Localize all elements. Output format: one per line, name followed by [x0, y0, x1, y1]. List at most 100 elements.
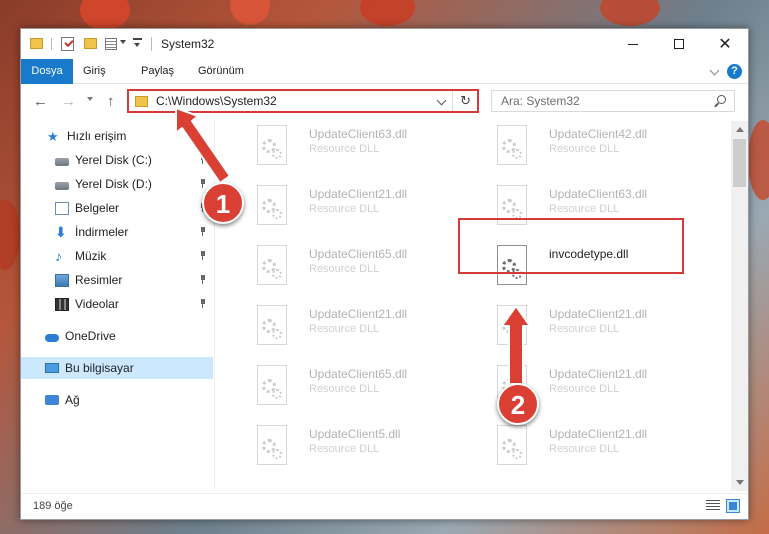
sidebar-item-label: Belgeler [75, 201, 120, 215]
ribbon-tabs: Dosya Giriş Paylaş Görünüm ? [21, 59, 748, 84]
window-title: System32 [161, 37, 215, 51]
sidebar-item-local-disk-c[interactable]: Yerel Disk (C:) [21, 149, 213, 171]
scroll-thumb[interactable] [733, 139, 746, 187]
vertical-scrollbar[interactable] [731, 121, 748, 491]
forward-arrow-icon[interactable]: → [61, 93, 76, 110]
search-icon[interactable] [717, 95, 726, 104]
sidebar-item-documents[interactable]: Belgeler [21, 197, 213, 219]
file-name: UpdateClient21.dll [309, 307, 408, 321]
sidebar-item-label: Bu bilgisayar [65, 361, 134, 375]
address-path[interactable]: C:\Windows\System32 [156, 94, 277, 108]
file-name: UpdateClient65.dll [309, 247, 408, 261]
file-list: UpdateClient63.dll Resource DLL UpdateCl… [217, 121, 729, 491]
details-view-icon[interactable] [706, 500, 720, 512]
file-name: UpdateClient5.dll [309, 427, 401, 441]
drive-icon [55, 181, 69, 190]
star-icon: ★ [47, 128, 59, 144]
chevron-down-icon[interactable] [120, 40, 126, 44]
wallpaper-leaf [600, 0, 660, 26]
file-type: Resource DLL [549, 443, 620, 455]
file-type: Resource DLL [309, 443, 380, 455]
expand-ribbon-icon[interactable] [709, 65, 720, 76]
step-2-badge: 2 [497, 383, 539, 425]
file-name: UpdateClient63.dll [549, 187, 648, 201]
file-type: Resource DLL [549, 383, 620, 395]
sidebar-item-videos[interactable]: Videolar [21, 293, 213, 315]
file-type: Resource DLL [309, 143, 380, 155]
tiles-view-icon[interactable] [726, 499, 740, 513]
chevron-down-icon[interactable] [436, 95, 447, 106]
title-separator [151, 37, 152, 51]
scroll-up-icon[interactable] [736, 127, 744, 132]
target-file-highlight [458, 218, 684, 274]
up-arrow-icon[interactable]: ↑ [107, 93, 115, 110]
download-icon: ⬇ [55, 223, 67, 240]
computer-icon [45, 363, 59, 373]
list-item[interactable]: UpdateClient5.dll Resource DLL [239, 421, 459, 473]
tab-file[interactable]: Dosya [21, 59, 73, 84]
file-type: Resource DLL [549, 143, 620, 155]
tab-share[interactable]: Paylaş [141, 59, 174, 84]
list-item[interactable]: UpdateClient21.dll Resource DLL [479, 301, 699, 353]
file-type: Resource DLL [309, 323, 380, 335]
file-type: Resource DLL [309, 203, 380, 215]
pin-icon [199, 299, 207, 308]
sidebar-item-this-pc[interactable]: Bu bilgisayar [21, 357, 213, 379]
sidebar-item-local-disk-d[interactable]: Yerel Disk (D:) [21, 173, 213, 195]
close-button[interactable]: ✕ [702, 29, 748, 59]
customize-toolbar-icon[interactable] [133, 38, 142, 48]
search-input[interactable]: Ara: System32 [491, 90, 735, 112]
properties-check-icon[interactable] [61, 37, 74, 51]
scroll-down-icon[interactable] [736, 480, 744, 485]
help-icon[interactable]: ? [727, 64, 742, 79]
dll-file-icon [255, 185, 289, 227]
pictures-icon [55, 273, 69, 287]
item-count: 189 öğe [33, 500, 73, 512]
list-item[interactable]: UpdateClient21.dll Resource DLL [479, 421, 699, 473]
file-name: UpdateClient65.dll [309, 367, 408, 381]
maximize-button[interactable] [656, 29, 702, 59]
tab-home[interactable]: Giriş [83, 59, 106, 84]
dll-file-icon [255, 365, 289, 407]
sidebar-item-pictures[interactable]: Resimler [21, 269, 213, 291]
properties-icon[interactable] [105, 38, 117, 50]
address-bar[interactable]: C:\Windows\System32 ↻ [127, 89, 479, 113]
minimize-button[interactable] [610, 29, 656, 59]
pin-icon [199, 155, 207, 164]
back-arrow-icon[interactable]: ← [33, 93, 48, 110]
title-bar: System32 ✕ [21, 29, 748, 59]
sidebar-item-onedrive[interactable]: OneDrive [21, 325, 213, 347]
file-type: Resource DLL [549, 323, 620, 335]
dll-file-icon [495, 425, 529, 467]
list-item[interactable]: UpdateClient65.dll Resource DLL [239, 361, 459, 413]
pin-icon [199, 179, 207, 188]
sidebar-item-downloads[interactable]: ⬇ İndirmeler [21, 221, 213, 243]
file-explorer-window: System32 ✕ Dosya Giriş Paylaş Görünüm ? … [20, 28, 749, 520]
sidebar-item-label: Videolar [75, 297, 119, 311]
dll-file-icon [255, 425, 289, 467]
maximize-icon [674, 39, 684, 49]
recent-locations-icon[interactable] [87, 97, 93, 101]
sidebar-item-network[interactable]: Ağ [21, 389, 213, 411]
sidebar-item-label: Resimler [75, 273, 123, 287]
list-item[interactable]: UpdateClient63.dll Resource DLL [239, 121, 459, 173]
sidebar-item-music[interactable]: ♪ Müzik [21, 245, 213, 267]
folder-icon [30, 38, 43, 49]
new-folder-icon[interactable] [84, 38, 97, 49]
list-item[interactable]: UpdateClient42.dll Resource DLL [479, 121, 699, 173]
file-type: Resource DLL [309, 383, 380, 395]
file-name: UpdateClient42.dll [549, 127, 648, 141]
file-name: UpdateClient21.dll [549, 367, 648, 381]
tab-view[interactable]: Görünüm [198, 59, 244, 84]
sidebar-item-label: Müzik [75, 249, 107, 263]
videos-icon [55, 297, 69, 311]
list-item[interactable]: UpdateClient21.dll Resource DLL [239, 181, 459, 233]
refresh-icon[interactable]: ↻ [460, 93, 471, 109]
list-item[interactable]: UpdateClient65.dll Resource DLL [239, 241, 459, 293]
sidebar-item-label: Hızlı erişim [67, 129, 127, 143]
dll-file-icon [255, 305, 289, 347]
folder-icon [135, 96, 148, 107]
wallpaper-leaf [230, 0, 270, 25]
list-item[interactable]: UpdateClient21.dll Resource DLL [239, 301, 459, 353]
sidebar-item-quick-access[interactable]: ★ Hızlı erişim [21, 125, 213, 147]
